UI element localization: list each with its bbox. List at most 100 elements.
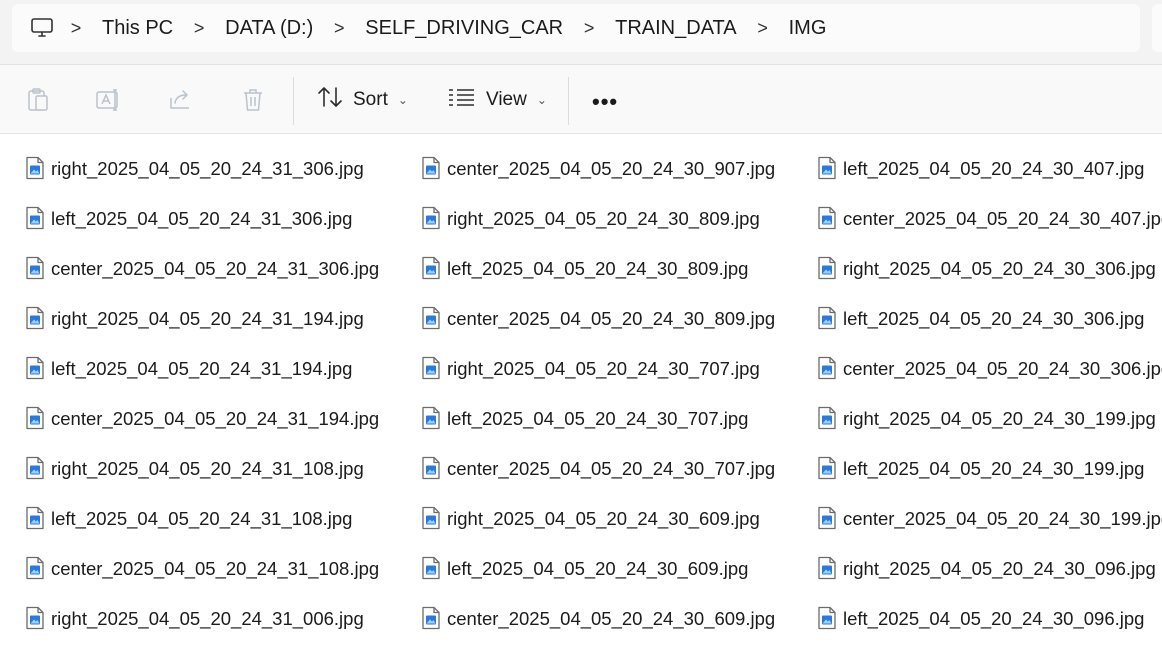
jpg-image-file-icon — [25, 356, 47, 382]
file-name: left_2025_04_05_20_24_31_194.jpg — [51, 358, 353, 379]
chevron-down-icon: ⌄ — [397, 93, 408, 107]
jpg-image-file-icon — [25, 456, 47, 482]
jpg-image-file-icon — [817, 156, 839, 182]
file-item[interactable]: left_2025_04_05_20_24_30_306.jpg — [814, 294, 1162, 344]
file-name: left_2025_04_05_20_24_30_707.jpg — [447, 408, 749, 429]
view-button[interactable]: View ⌄ — [448, 83, 547, 117]
file-item[interactable]: left_2025_04_05_20_24_30_609.jpg — [418, 544, 814, 594]
jpg-image-file-icon — [421, 556, 443, 582]
breadcrumb-self-driving-car[interactable]: SELF_DRIVING_CAR — [359, 17, 569, 40]
jpg-image-file-icon — [421, 256, 443, 282]
file-item[interactable]: center_2025_04_05_20_24_31_306.jpg — [22, 244, 418, 294]
sort-icon — [317, 85, 343, 115]
file-name: right_2025_04_05_20_24_30_199.jpg — [843, 408, 1156, 429]
file-name: left_2025_04_05_20_24_30_407.jpg — [843, 158, 1145, 179]
file-name: left_2025_04_05_20_24_30_609.jpg — [447, 558, 749, 579]
breadcrumb-img[interactable]: IMG — [783, 17, 833, 40]
view-label: View — [486, 89, 527, 110]
breadcrumb-chevron-icon[interactable]: > — [56, 18, 96, 39]
breadcrumb-chevron-icon[interactable]: > — [319, 18, 359, 39]
jpg-image-file-icon — [421, 506, 443, 532]
jpg-image-file-icon — [817, 406, 839, 432]
jpg-image-file-icon — [817, 306, 839, 332]
jpg-image-file-icon — [421, 156, 443, 182]
file-name: left_2025_04_05_20_24_30_306.jpg — [843, 308, 1145, 329]
file-item[interactable]: left_2025_04_05_20_24_30_809.jpg — [418, 244, 814, 294]
file-name: left_2025_04_05_20_24_30_199.jpg — [843, 458, 1145, 479]
rename-icon[interactable] — [96, 87, 122, 113]
jpg-image-file-icon — [817, 206, 839, 232]
file-name: center_2025_04_05_20_24_31_194.jpg — [51, 408, 380, 429]
file-item[interactable]: center_2025_04_05_20_24_30_907.jpg — [418, 144, 814, 194]
file-item[interactable]: right_2025_04_05_20_24_31_306.jpg — [22, 144, 418, 194]
file-item[interactable]: left_2025_04_05_20_24_30_199.jpg — [814, 444, 1162, 494]
file-item[interactable]: right_2025_04_05_20_24_30_609.jpg — [418, 494, 814, 544]
file-name: center_2025_04_05_20_24_30_199.jpg — [843, 508, 1162, 529]
jpg-image-file-icon — [25, 606, 47, 632]
computer-icon[interactable] — [30, 15, 56, 41]
file-item[interactable]: right_2025_04_05_20_24_31_108.jpg — [22, 444, 418, 494]
jpg-image-file-icon — [421, 356, 443, 382]
file-item[interactable]: right_2025_04_05_20_24_30_707.jpg — [418, 344, 814, 394]
command-separator — [293, 77, 294, 125]
file-item[interactable]: left_2025_04_05_20_24_30_096.jpg — [814, 594, 1162, 644]
breadcrumb-chevron-icon[interactable]: > — [569, 18, 609, 39]
breadcrumb-chevron-icon[interactable]: > — [743, 18, 783, 39]
file-name: right_2025_04_05_20_24_30_809.jpg — [447, 208, 760, 229]
file-item[interactable]: right_2025_04_05_20_24_31_194.jpg — [22, 294, 418, 344]
sort-button[interactable]: Sort ⌄ — [317, 83, 408, 117]
file-name: right_2025_04_05_20_24_30_707.jpg — [447, 358, 760, 379]
file-item[interactable]: right_2025_04_05_20_24_30_809.jpg — [418, 194, 814, 244]
file-name: right_2025_04_05_20_24_30_306.jpg — [843, 258, 1156, 279]
jpg-image-file-icon — [25, 406, 47, 432]
more-options-button[interactable]: ••• — [592, 89, 618, 115]
file-name: center_2025_04_05_20_24_31_108.jpg — [51, 558, 380, 579]
jpg-image-file-icon — [817, 506, 839, 532]
jpg-image-file-icon — [25, 306, 47, 332]
file-name: left_2025_04_05_20_24_30_809.jpg — [447, 258, 749, 279]
file-item[interactable]: center_2025_04_05_20_24_30_707.jpg — [418, 444, 814, 494]
address-bar-area: > This PC > DATA (D:) > SELF_DRIVING_CAR… — [0, 0, 1162, 64]
file-name: center_2025_04_05_20_24_30_907.jpg — [447, 158, 776, 179]
search-box-edge[interactable] — [1152, 4, 1162, 52]
file-item[interactable]: left_2025_04_05_20_24_31_306.jpg — [22, 194, 418, 244]
file-item[interactable]: center_2025_04_05_20_24_30_809.jpg — [418, 294, 814, 344]
command-separator — [568, 77, 569, 125]
file-item[interactable]: left_2025_04_05_20_24_31_194.jpg — [22, 344, 418, 394]
breadcrumb-train-data[interactable]: TRAIN_DATA — [609, 17, 743, 40]
file-item[interactable]: right_2025_04_05_20_24_31_006.jpg — [22, 594, 418, 644]
file-name: right_2025_04_05_20_24_30_096.jpg — [843, 558, 1156, 579]
file-item[interactable]: left_2025_04_05_20_24_30_707.jpg — [418, 394, 814, 444]
file-item[interactable]: left_2025_04_05_20_24_31_108.jpg — [22, 494, 418, 544]
file-item[interactable]: center_2025_04_05_20_24_30_306.jpg — [814, 344, 1162, 394]
file-item[interactable]: right_2025_04_05_20_24_30_306.jpg — [814, 244, 1162, 294]
file-name: center_2025_04_05_20_24_30_707.jpg — [447, 458, 776, 479]
jpg-image-file-icon — [421, 206, 443, 232]
delete-icon[interactable] — [240, 87, 266, 113]
jpg-image-file-icon — [25, 156, 47, 182]
jpg-image-file-icon — [421, 306, 443, 332]
command-bar: Sort ⌄ View ⌄ ••• — [0, 65, 1162, 134]
file-item[interactable]: center_2025_04_05_20_24_30_609.jpg — [418, 594, 814, 644]
share-icon[interactable] — [168, 87, 194, 113]
file-item[interactable]: right_2025_04_05_20_24_30_199.jpg — [814, 394, 1162, 444]
breadcrumb-chevron-icon[interactable]: > — [179, 18, 219, 39]
file-name: left_2025_04_05_20_24_31_306.jpg — [51, 208, 353, 229]
file-name: left_2025_04_05_20_24_31_108.jpg — [51, 508, 353, 529]
file-item[interactable]: center_2025_04_05_20_24_30_407.jpg — [814, 194, 1162, 244]
breadcrumb-this-pc[interactable]: This PC — [96, 17, 179, 40]
file-name: center_2025_04_05_20_24_30_306.jpg — [843, 358, 1162, 379]
file-name: right_2025_04_05_20_24_31_006.jpg — [51, 608, 364, 629]
file-item[interactable]: center_2025_04_05_20_24_30_199.jpg — [814, 494, 1162, 544]
breadcrumb-data-drive[interactable]: DATA (D:) — [219, 17, 319, 40]
file-item[interactable]: center_2025_04_05_20_24_31_108.jpg — [22, 544, 418, 594]
file-item[interactable]: center_2025_04_05_20_24_31_194.jpg — [22, 394, 418, 444]
file-item[interactable]: left_2025_04_05_20_24_30_407.jpg — [814, 144, 1162, 194]
jpg-image-file-icon — [817, 606, 839, 632]
address-bar[interactable]: > This PC > DATA (D:) > SELF_DRIVING_CAR… — [12, 4, 1140, 52]
file-item[interactable]: right_2025_04_05_20_24_30_096.jpg — [814, 544, 1162, 594]
jpg-image-file-icon — [25, 206, 47, 232]
file-name: right_2025_04_05_20_24_31_108.jpg — [51, 458, 364, 479]
jpg-image-file-icon — [25, 506, 47, 532]
paste-icon[interactable] — [25, 87, 51, 113]
